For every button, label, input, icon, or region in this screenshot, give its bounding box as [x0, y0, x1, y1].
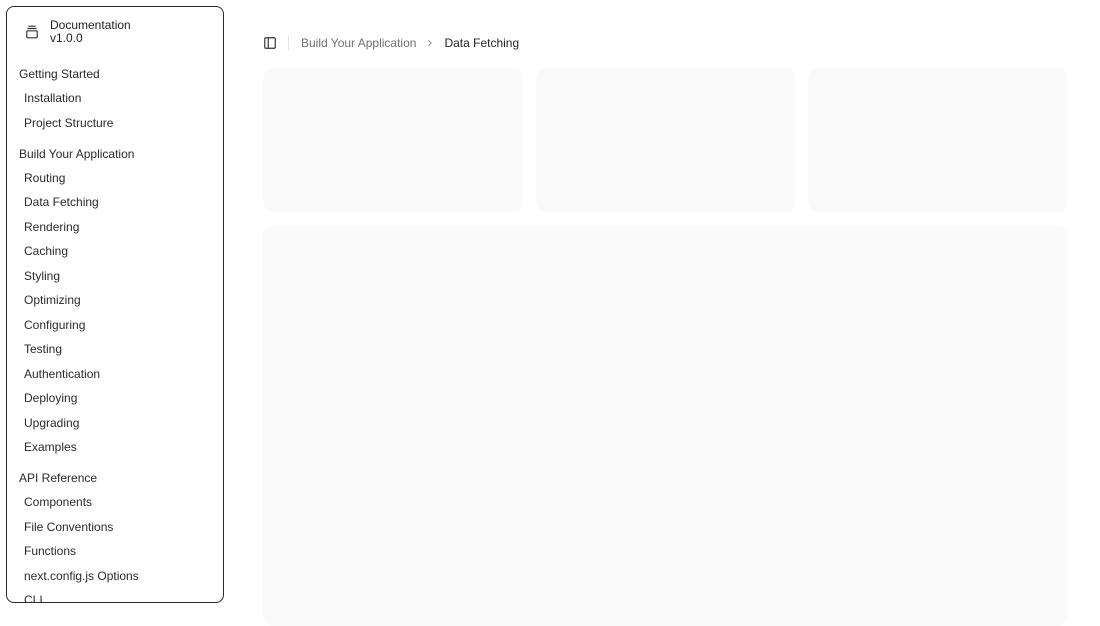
brand-title: Documentation: [50, 18, 131, 32]
sidebar-item-installation[interactable]: Installation: [7, 86, 223, 111]
sidebar-item-routing[interactable]: Routing: [7, 166, 223, 191]
sidebar-item-configuring[interactable]: Configuring: [7, 313, 223, 338]
header-separator: [288, 36, 289, 50]
placeholder-card-2: [536, 68, 796, 212]
sidebar-toggle-button[interactable]: [262, 35, 278, 51]
nav-group-label: API Reference: [19, 471, 98, 485]
nav-group-label: Build Your Application: [19, 146, 135, 161]
nav-group-build-your-application: Build Your Application Routing Data Fetc…: [7, 142, 223, 460]
breadcrumb-link-build-your-application[interactable]: Build Your Application: [301, 36, 416, 50]
gallery-vertical-end-icon: [24, 24, 40, 40]
sidebar-nav: Getting Started Installation Project Str…: [7, 62, 223, 602]
nav-group-getting-started: Getting Started Installation Project Str…: [7, 62, 223, 135]
sidebar-item-project-structure[interactable]: Project Structure: [7, 111, 223, 136]
page-header: Build Your Application Data Fetching: [262, 32, 519, 54]
breadcrumb-current-page: Data Fetching: [444, 36, 520, 50]
sidebar-item-rendering[interactable]: Rendering: [7, 215, 223, 240]
sidebar-item-components[interactable]: Components: [7, 490, 223, 515]
sidebar-item-functions[interactable]: Functions: [7, 539, 223, 564]
sidebar-item-file-conventions[interactable]: File Conventions: [7, 515, 223, 540]
brand-version: v1.0.0: [50, 30, 83, 45]
placeholder-card-1: [263, 68, 523, 212]
sidebar-item-caching[interactable]: Caching: [7, 239, 223, 264]
sidebar-item-upgrading[interactable]: Upgrading: [7, 411, 223, 436]
sidebar-item-styling[interactable]: Styling: [7, 264, 223, 289]
placeholder-card-3: [808, 68, 1068, 212]
sidebar-item-data-fetching[interactable]: Data Fetching: [7, 190, 223, 215]
sidebar-item-optimizing[interactable]: Optimizing: [7, 288, 223, 313]
breadcrumb: Build Your Application Data Fetching: [301, 36, 519, 50]
sidebar-item-cli[interactable]: CLI: [7, 588, 223, 602]
chevron-right-icon: [425, 38, 435, 48]
nav-group-api-reference: API Reference Components File Convention…: [7, 466, 223, 602]
sidebar-brand[interactable]: Documentation v1.0.0: [24, 19, 131, 44]
panel-left-icon: [264, 37, 276, 49]
main-content-placeholder: [263, 226, 1068, 626]
sidebar-item-examples[interactable]: Examples: [7, 435, 223, 460]
brand-text: Documentation v1.0.0: [50, 19, 131, 44]
sidebar-item-next-config-options[interactable]: next.config.js Options: [7, 564, 223, 589]
nav-group-label: Getting Started: [19, 67, 100, 81]
sidebar: Documentation v1.0.0 Getting Started Ins…: [6, 6, 224, 603]
sidebar-item-deploying[interactable]: Deploying: [7, 386, 223, 411]
sidebar-item-authentication[interactable]: Authentication: [7, 362, 223, 387]
sidebar-item-testing[interactable]: Testing: [7, 337, 223, 362]
